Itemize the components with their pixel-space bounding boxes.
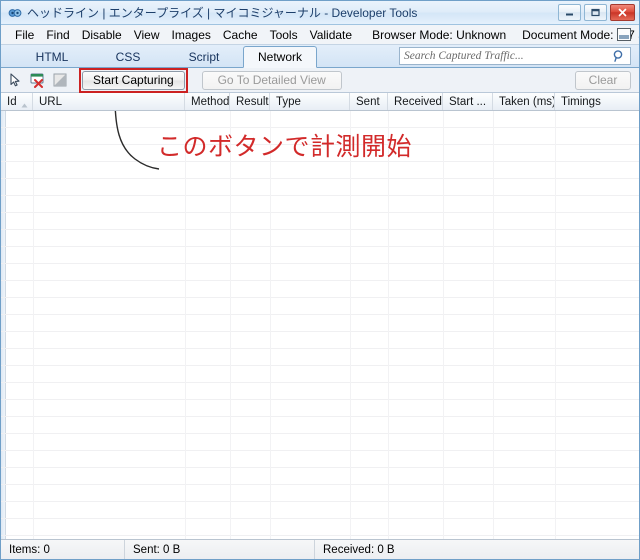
tab-html[interactable]: HTML — [15, 46, 89, 67]
developer-tools-window: ヘッドライン | エンタープライズ | マイコミジャーナル - Develope… — [0, 0, 640, 560]
grid-row-gutter — [1, 111, 6, 539]
menu-disable[interactable]: Disable — [76, 27, 128, 43]
menu-validate[interactable]: Validate — [304, 27, 358, 43]
tab-css[interactable]: CSS — [91, 46, 165, 67]
browser-mode-label[interactable]: Browser Mode: Unknown — [372, 28, 506, 42]
close-button[interactable] — [610, 4, 635, 21]
network-toolbar: Start Capturing Go To Detailed View Clea… — [1, 67, 639, 93]
column-header-type[interactable]: Type — [270, 93, 350, 110]
tab-network[interactable]: Network — [243, 46, 317, 68]
column-header-method[interactable]: Method — [185, 93, 230, 110]
menu-find[interactable]: Find — [40, 27, 75, 43]
annotation-text: このボタンで計測開始 — [157, 132, 413, 161]
clear-browser-cache-icon[interactable] — [29, 71, 47, 89]
annotation-leader-line — [114, 111, 160, 170]
dock-window-icon[interactable] — [617, 28, 631, 41]
tab-script[interactable]: Script — [167, 46, 241, 67]
window-title: ヘッドライン | エンタープライズ | マイコミジャーナル - Develope… — [27, 6, 418, 20]
menu-file[interactable]: File — [9, 27, 40, 43]
export-capture-icon[interactable] — [51, 71, 69, 89]
column-header-taken[interactable]: Taken (ms) — [493, 93, 555, 110]
select-element-icon[interactable] — [7, 71, 25, 89]
go-to-detailed-view-button[interactable]: Go To Detailed View — [201, 70, 342, 90]
network-grid-header: Id URL Method Result Type Sent Received … — [1, 93, 639, 111]
column-header-start[interactable]: Start ... — [443, 93, 493, 110]
status-received: Received: 0 B — [323, 543, 395, 556]
menu-images[interactable]: Images — [166, 27, 217, 43]
menu-view[interactable]: View — [128, 27, 166, 43]
search-box[interactable] — [399, 47, 631, 65]
menu-bar: File Find Disable View Images Cache Tool… — [1, 25, 639, 45]
search-icon[interactable] — [611, 48, 627, 64]
start-capturing-button[interactable]: Start Capturing — [82, 70, 185, 90]
column-header-result[interactable]: Result — [230, 93, 270, 110]
status-sent: Sent: 0 B — [125, 539, 315, 559]
minimize-button[interactable] — [558, 4, 581, 21]
column-header-timings[interactable]: Timings — [555, 93, 635, 110]
column-header-url[interactable]: URL — [33, 93, 185, 110]
tab-strip: HTML CSS Script Network — [1, 45, 639, 68]
network-grid-body[interactable] — [1, 111, 639, 539]
column-header-id[interactable]: Id — [1, 93, 33, 110]
window-controls — [558, 4, 635, 21]
column-header-id-label: Id — [7, 95, 17, 108]
column-header-sent[interactable]: Sent — [350, 93, 388, 110]
devtools-icon — [8, 6, 22, 20]
grid-column-lines — [1, 111, 639, 539]
menu-cache[interactable]: Cache — [217, 27, 264, 43]
clear-button[interactable]: Clear — [575, 70, 631, 90]
menu-tools[interactable]: Tools — [264, 27, 304, 43]
status-bar: Items: 0 Sent: 0 B Received: 0 B — [1, 539, 639, 559]
sort-ascending-icon — [21, 99, 28, 108]
restore-button[interactable] — [584, 4, 607, 21]
start-capturing-highlight: Start Capturing — [79, 67, 188, 93]
search-input[interactable] — [400, 48, 611, 64]
status-items: Items: 0 — [1, 539, 125, 559]
grid-row-lines — [1, 111, 639, 539]
column-header-received[interactable]: Received — [388, 93, 443, 110]
title-bar: ヘッドライン | エンタープライズ | マイコミジャーナル - Develope… — [1, 1, 639, 25]
